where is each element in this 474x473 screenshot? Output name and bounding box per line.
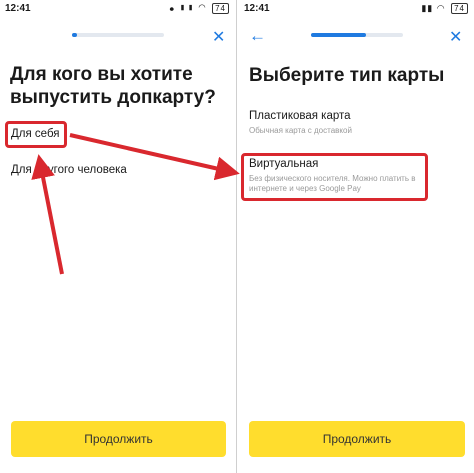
arrow-to-virtual	[69, 133, 240, 181]
annotation-arrows	[31, 133, 240, 275]
arrow-to-for-self	[31, 154, 64, 275]
